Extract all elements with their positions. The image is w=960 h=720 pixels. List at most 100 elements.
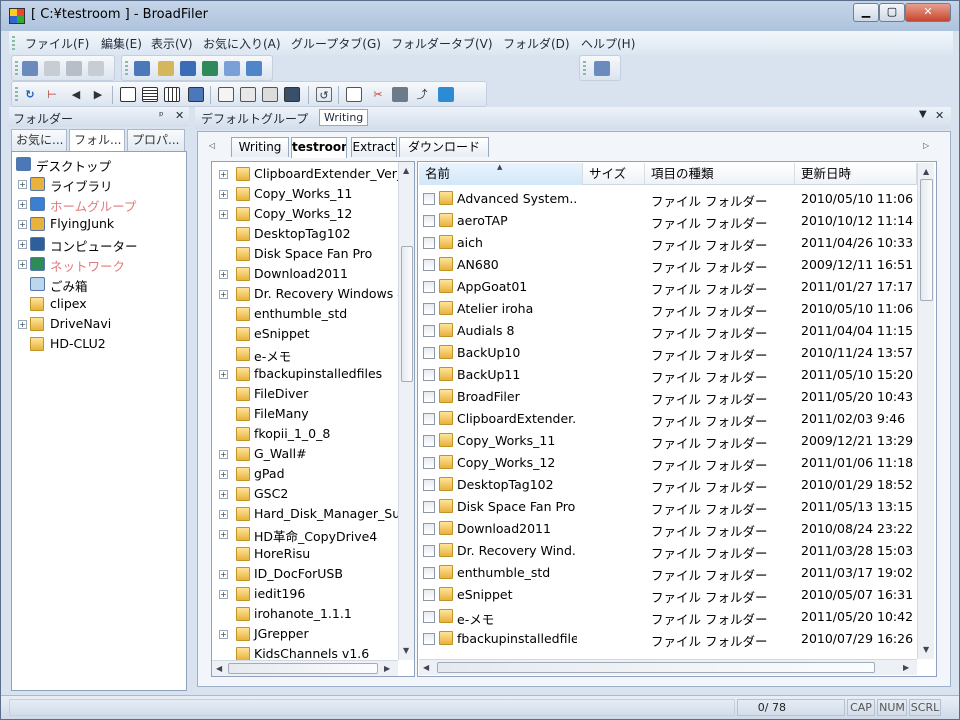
view4-icon[interactable] bbox=[284, 87, 300, 102]
menu-view[interactable]: 表示(V) bbox=[151, 35, 193, 52]
folder-tree-item[interactable]: + ClipboardExtender_Ver_ bbox=[212, 164, 414, 184]
table-row[interactable]: BroadFiler ファイル フォルダー 2011/05/20 10:43 bbox=[419, 385, 917, 407]
folder-tree-item[interactable]: + GSC2 bbox=[212, 484, 414, 504]
sidebar-tree-item[interactable]: HD-CLU2 bbox=[12, 334, 186, 354]
row-checkbox[interactable] bbox=[423, 567, 435, 579]
sidebar-tab-folders[interactable]: フォル... bbox=[69, 129, 125, 151]
row-checkbox[interactable] bbox=[423, 589, 435, 601]
toolbar-grip[interactable] bbox=[583, 61, 586, 77]
folder-tree-item[interactable]: + JGrepper bbox=[212, 624, 414, 644]
folder-tree-hthumb[interactable] bbox=[228, 663, 378, 674]
expander-icon[interactable]: + bbox=[219, 530, 228, 539]
sidebar-tree-item[interactable]: デスクトップ bbox=[12, 154, 186, 174]
folder-tree-item[interactable]: + fbackupinstalledfiles bbox=[212, 364, 414, 384]
folder-tree-item[interactable]: DesktopTag102 bbox=[212, 224, 414, 244]
row-checkbox[interactable] bbox=[423, 303, 435, 315]
row-checkbox[interactable] bbox=[423, 633, 435, 645]
row-checkbox[interactable] bbox=[423, 325, 435, 337]
row-checkbox[interactable] bbox=[423, 347, 435, 359]
table-row[interactable]: Atelier iroha ファイル フォルダー 2010/05/10 11:06 bbox=[419, 297, 917, 319]
doc1-icon[interactable] bbox=[120, 87, 136, 102]
scroll-up-icon[interactable]: ▲ bbox=[403, 166, 409, 175]
sidebar-tree-item[interactable]: ごみ箱 bbox=[12, 274, 186, 294]
menu-grip[interactable] bbox=[12, 36, 15, 52]
folder-tree-vscroll[interactable]: ▲ ▼ bbox=[398, 162, 414, 660]
sidebar-tree-item[interactable]: + コンピューター bbox=[12, 234, 186, 254]
expander-icon[interactable]: + bbox=[18, 320, 27, 329]
row-checkbox[interactable] bbox=[423, 501, 435, 513]
globe-icon[interactable] bbox=[202, 61, 218, 76]
row-checkbox[interactable] bbox=[423, 193, 435, 205]
file-list-hthumb[interactable] bbox=[437, 662, 875, 673]
expander-icon[interactable]: + bbox=[219, 170, 228, 179]
folder-tree-item[interactable]: eSnippet bbox=[212, 324, 414, 344]
column-size[interactable]: サイズ bbox=[583, 163, 645, 185]
table-row[interactable]: e-メモ ファイル フォルダー 2011/05/20 10:42 bbox=[419, 605, 917, 627]
close-button[interactable]: ✕ bbox=[905, 3, 951, 22]
folder-tree-item[interactable]: + Download2011 bbox=[212, 264, 414, 284]
folder-tree-item[interactable]: FileMany bbox=[212, 404, 414, 424]
expander-icon[interactable]: + bbox=[219, 590, 228, 599]
table-row[interactable]: BackUp11 ファイル フォルダー 2011/05/10 15:20 bbox=[419, 363, 917, 385]
menu-group-tab[interactable]: グループタブ(G) bbox=[291, 35, 381, 52]
folder-tree-item[interactable]: Disk Space Fan Pro bbox=[212, 244, 414, 264]
doc2-icon[interactable] bbox=[142, 87, 158, 102]
column-modified[interactable]: 更新日時 bbox=[795, 163, 917, 185]
tab-download[interactable]: ダウンロード bbox=[399, 137, 489, 157]
expander-icon[interactable]: + bbox=[219, 630, 228, 639]
folder-tree-item[interactable]: + iedit196 bbox=[212, 584, 414, 604]
minimize-button[interactable]: ▁ bbox=[853, 3, 879, 22]
toolbar-grip[interactable] bbox=[15, 61, 18, 77]
folder-tree-item[interactable]: e-メモ bbox=[212, 344, 414, 364]
row-checkbox[interactable] bbox=[423, 391, 435, 403]
sidebar-tree-item[interactable]: + DriveNavi bbox=[12, 314, 186, 334]
table-row[interactable]: Dr. Recovery Wind... ファイル フォルダー 2011/03/28… bbox=[419, 539, 917, 561]
sidebar-tree-item[interactable]: + FlyingJunk bbox=[12, 214, 186, 234]
expander-icon[interactable]: + bbox=[219, 210, 228, 219]
row-checkbox[interactable] bbox=[423, 413, 435, 425]
row-checkbox[interactable] bbox=[423, 523, 435, 535]
table-row[interactable]: Audials 8 ファイル フォルダー 2011/04/04 11:15 bbox=[419, 319, 917, 341]
folder-tree-item[interactable]: + ID_DocForUSB bbox=[212, 564, 414, 584]
expander-icon[interactable]: + bbox=[219, 510, 228, 519]
group-active-tab[interactable]: Writing bbox=[319, 109, 369, 126]
recycle-icon[interactable] bbox=[224, 61, 240, 76]
scroll-right-icon[interactable]: ▶ bbox=[384, 664, 390, 673]
view2-icon[interactable] bbox=[240, 87, 256, 102]
menu-help[interactable]: ヘルプ(H) bbox=[581, 35, 635, 52]
folder-tree-hscroll[interactable]: ◀ ▶ bbox=[212, 660, 398, 676]
row-checkbox[interactable] bbox=[423, 281, 435, 293]
sidebar-close-icon[interactable]: ✕ bbox=[175, 109, 184, 122]
row-checkbox[interactable] bbox=[423, 457, 435, 469]
file-list-hscroll[interactable]: ◀ ▶ bbox=[419, 659, 917, 675]
menu-edit[interactable]: 編集(E) bbox=[101, 35, 142, 52]
folder-tree-item[interactable]: enthumble_std bbox=[212, 304, 414, 324]
row-checkbox[interactable] bbox=[423, 611, 435, 623]
table-row[interactable]: Copy_Works_11 ファイル フォルダー 2009/12/21 13:29 bbox=[419, 429, 917, 451]
undo-icon[interactable]: ↺ bbox=[316, 87, 332, 102]
folder-tree-vthumb[interactable] bbox=[401, 246, 413, 382]
user-settings-icon[interactable] bbox=[594, 61, 610, 76]
expander-icon[interactable]: + bbox=[219, 270, 228, 279]
table-row[interactable]: eSnippet ファイル フォルダー 2010/05/07 16:31 bbox=[419, 583, 917, 605]
expander-icon[interactable]: + bbox=[18, 240, 27, 249]
table-row[interactable]: Disk Space Fan Pro ファイル フォルダー 2011/05/13 1… bbox=[419, 495, 917, 517]
forward-icon[interactable]: ▶ bbox=[90, 87, 106, 102]
folder-tree-item[interactable]: fkopii_1_0_8 bbox=[212, 424, 414, 444]
view3-icon[interactable] bbox=[262, 87, 278, 102]
expander-icon[interactable]: + bbox=[18, 260, 27, 269]
pin-icon[interactable]: ᵖ bbox=[159, 109, 164, 122]
pane-icon[interactable] bbox=[158, 61, 174, 76]
expander-icon[interactable]: + bbox=[219, 450, 228, 459]
group-close-icon[interactable]: ✕ bbox=[935, 109, 944, 122]
tab-extract[interactable]: Extract bbox=[351, 137, 397, 157]
tree-icon[interactable]: ⊢ bbox=[44, 87, 60, 102]
window-icon[interactable] bbox=[134, 61, 150, 76]
table-row[interactable]: AN680 ファイル フォルダー 2009/12/11 16:51 bbox=[419, 253, 917, 275]
expander-icon[interactable]: + bbox=[18, 200, 27, 209]
table-row[interactable]: AppGoat01 ファイル フォルダー 2011/01/27 17:17 bbox=[419, 275, 917, 297]
table-row[interactable]: fbackupinstalledfiles ファイル フォルダー 2010/07/2… bbox=[419, 627, 917, 649]
file-list-vscroll[interactable]: ▲ ▼ bbox=[917, 163, 934, 659]
folder-tree-item[interactable]: + HD革命_CopyDrive4 bbox=[212, 524, 414, 544]
folder-tree-item[interactable]: + G_Wall# bbox=[212, 444, 414, 464]
